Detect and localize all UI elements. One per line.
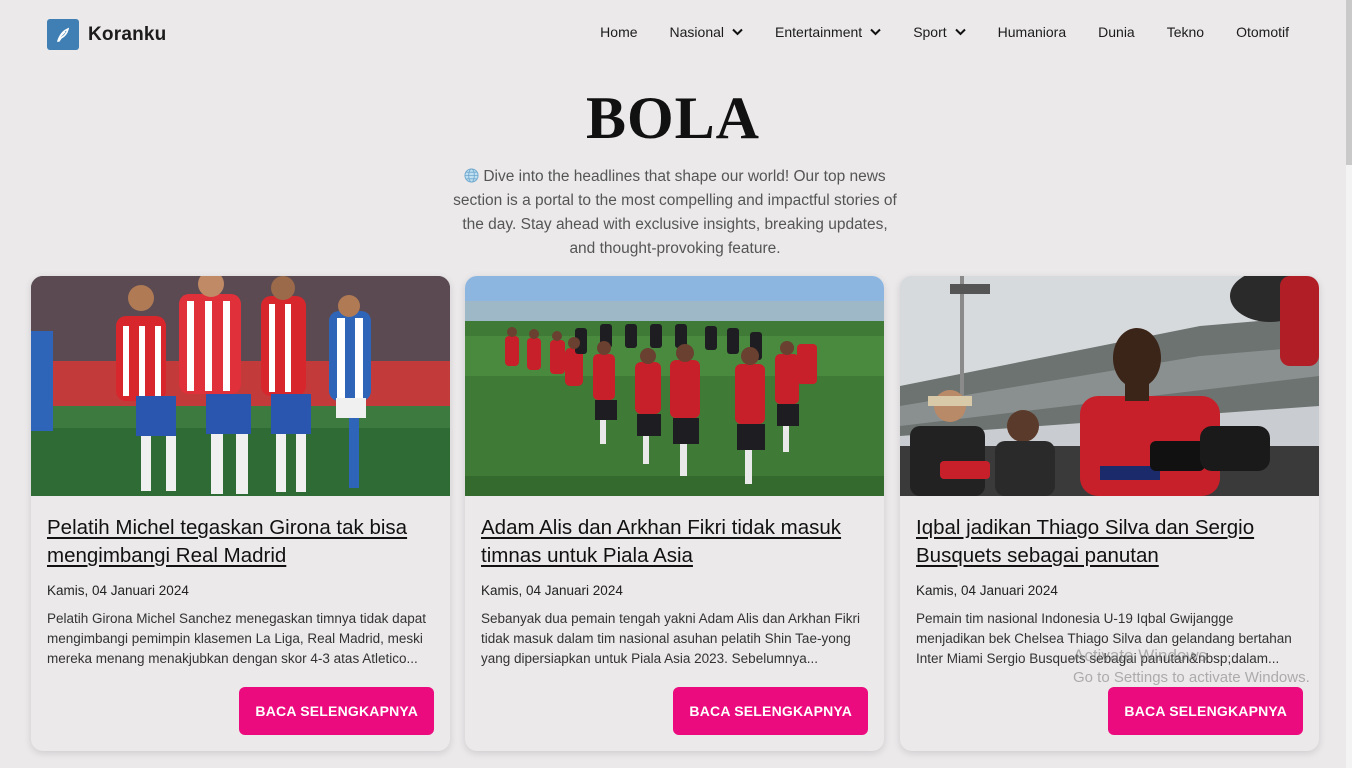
player-press-interview-photo[interactable] [900, 276, 1319, 496]
watermark-line-1: Activate Windows [1073, 646, 1208, 665]
news-card: Adam Alis dan Arkhan Fikri tidak masuk t… [465, 276, 884, 751]
nav-item-label: Tekno [1166, 24, 1205, 40]
card-title-link[interactable]: Pelatih Michel tegaskan Girona tak bisa … [47, 514, 434, 570]
read-more-button[interactable]: BACA SELENGKAPNYA [239, 687, 434, 735]
nav-item-sport[interactable]: Sport [913, 24, 966, 40]
nav-item-nasional[interactable]: Nasional [670, 24, 743, 40]
activate-windows-watermark: Activate Windows Go to Settings to activ… [1073, 645, 1310, 689]
card-title-link[interactable]: Iqbal jadikan Thiago Silva dan Sergio Bu… [916, 514, 1303, 570]
main-nav: Home Nasional Entertainment Sport Humani… [600, 24, 1289, 40]
card-date: Kamis, 04 Januari 2024 [481, 583, 623, 598]
nav-item-otomotif[interactable]: Otomotif [1236, 24, 1289, 40]
globe-icon [464, 168, 479, 183]
chevron-down-icon [732, 28, 743, 36]
chevron-down-icon [954, 28, 966, 36]
read-more-button[interactable]: BACA SELENGKAPNYA [1108, 687, 1303, 735]
brand-name: Koranku [88, 23, 167, 45]
scrollbar-thumb[interactable] [1346, 0, 1352, 165]
card-excerpt: Pelatih Girona Michel Sanchez menegaskan… [47, 611, 426, 666]
nav-item-entertainment[interactable]: Entertainment [775, 24, 881, 40]
page-description: Dive into the headlines that shape our w… [449, 165, 901, 261]
chevron-down-icon [870, 28, 881, 36]
nav-item-label: Sport [913, 24, 947, 40]
nav-item-home[interactable]: Home [600, 24, 637, 40]
card-title-link[interactable]: Adam Alis dan Arkhan Fikri tidak masuk t… [481, 514, 868, 570]
site-header: Koranku Home Nasional Entertainment Spor… [0, 0, 1346, 68]
read-more-button[interactable]: BACA SELENGKAPNYA [673, 687, 868, 735]
brand-logo[interactable]: Koranku [47, 19, 166, 50]
nav-item-tekno[interactable]: Tekno [1167, 24, 1204, 40]
card-excerpt: Sebanyak dua pemain tengah yakni Adam Al… [481, 611, 860, 666]
nav-item-dunia[interactable]: Dunia [1098, 24, 1135, 40]
page-title: BOLA [585, 85, 761, 151]
nav-item-label: Home [600, 24, 638, 40]
feather-icon [47, 19, 79, 50]
watermark-line-2: Go to Settings to activate Windows. [1073, 669, 1310, 686]
timnas-training-huddle-photo[interactable] [465, 276, 884, 496]
nav-item-label: Dunia [1098, 24, 1135, 40]
card-date: Kamis, 04 Januari 2024 [47, 583, 189, 598]
nav-item-label: Entertainment [775, 24, 863, 40]
girona-players-celebrating-photo[interactable] [31, 276, 450, 496]
news-card: Pelatih Michel tegaskan Girona tak bisa … [31, 276, 450, 751]
nav-item-label: Nasional [669, 24, 725, 40]
card-date: Kamis, 04 Januari 2024 [916, 583, 1058, 598]
nav-item-humaniora[interactable]: Humaniora [998, 24, 1066, 40]
nav-item-label: Otomotif [1236, 24, 1289, 40]
nav-item-label: Humaniora [997, 24, 1067, 40]
page-description-text: Dive into the headlines that shape our w… [453, 168, 897, 257]
